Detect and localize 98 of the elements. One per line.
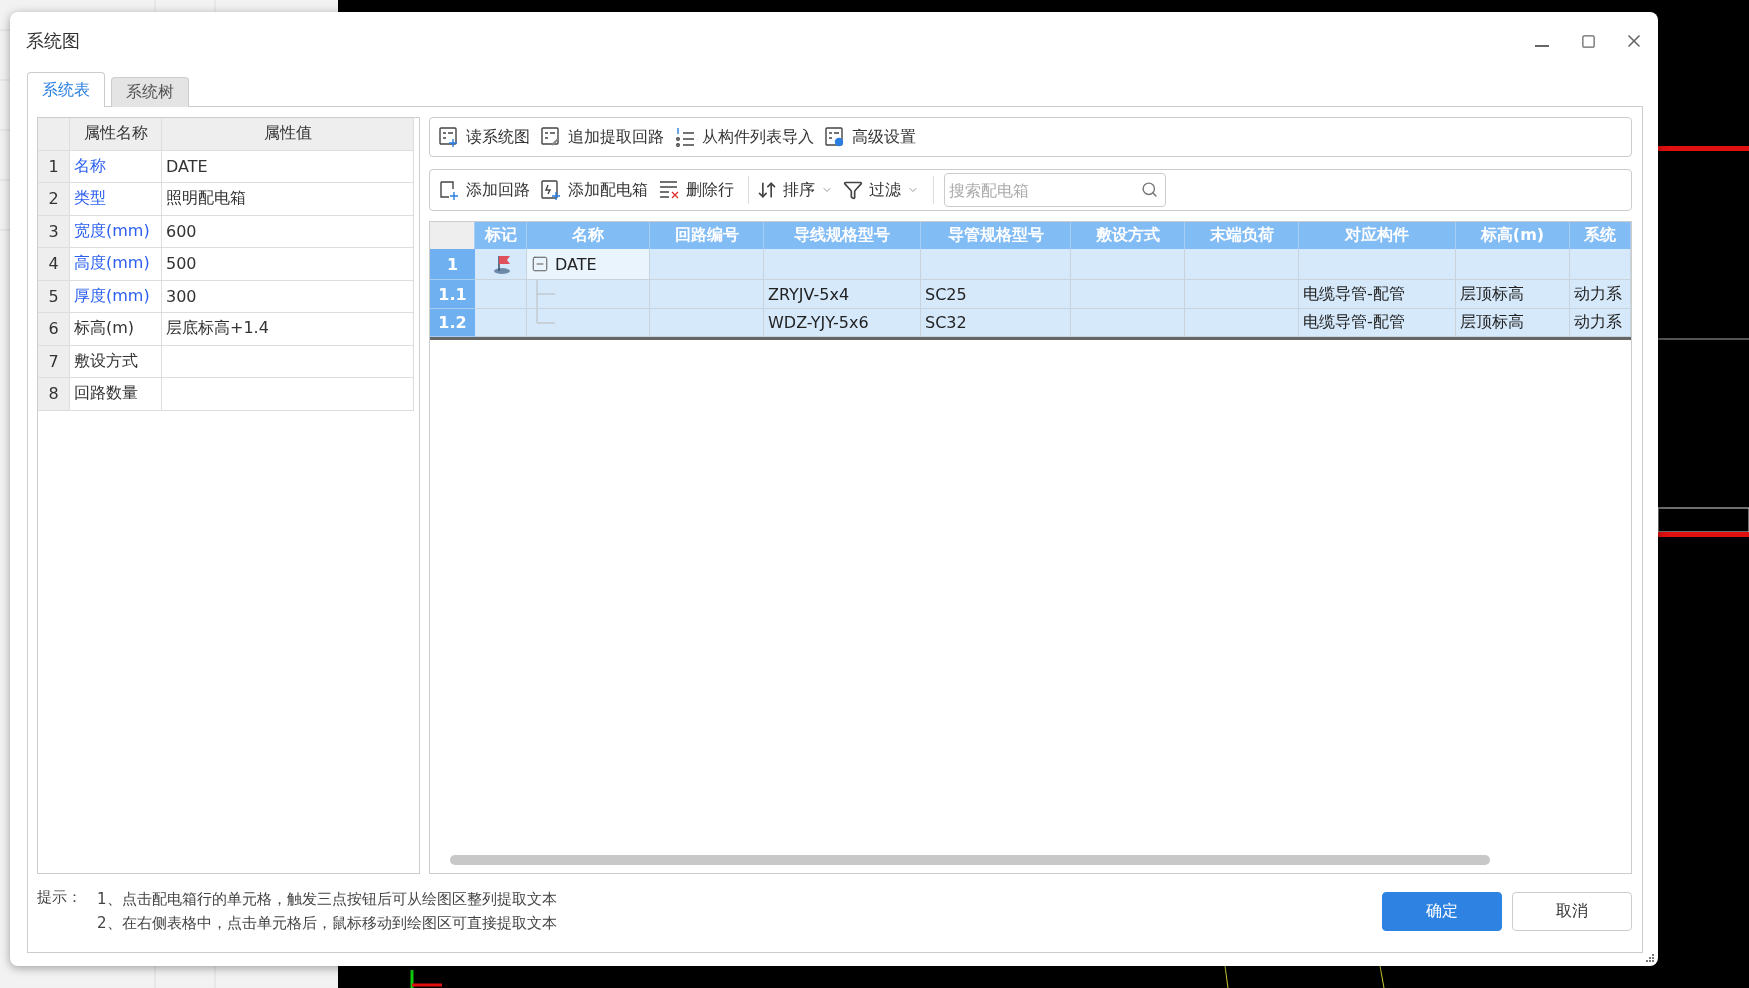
window-title: 系统图: [26, 29, 81, 53]
name-cell[interactable]: DATE: [527, 249, 650, 280]
table-cell[interactable]: [650, 249, 764, 280]
table-cell[interactable]: [1185, 308, 1299, 337]
property-name: 敷设方式: [70, 345, 162, 377]
property-name: 厚度(mm): [70, 280, 162, 312]
property-name: 标高(m): [70, 313, 162, 345]
resize-grip-icon[interactable]: [1645, 953, 1655, 963]
column-header: 属性名称: [70, 118, 162, 150]
column-header: 名称: [527, 222, 650, 249]
column-header: 标记: [475, 222, 527, 249]
property-value[interactable]: DATE: [162, 150, 414, 182]
toolbar-button[interactable]: 追加提取回路: [538, 122, 672, 152]
column-header: 回路编号: [650, 222, 764, 249]
toolbar-button[interactable]: 添加配电箱: [538, 175, 656, 205]
table-cell[interactable]: 电缆导管-配管: [1299, 280, 1456, 309]
filter-icon: [843, 180, 863, 200]
table-cell[interactable]: [764, 249, 921, 280]
table-cell[interactable]: [1299, 249, 1456, 280]
table-corner: [430, 222, 475, 249]
table-cell[interactable]: SC25: [921, 280, 1071, 309]
list-add-icon: [438, 126, 460, 148]
property-name: 高度(mm): [70, 248, 162, 280]
search-icon: [1141, 181, 1158, 198]
column-header: 属性值: [162, 118, 414, 150]
table-cell[interactable]: 层顶标高: [1456, 308, 1570, 337]
table-cell[interactable]: SC32: [921, 308, 1071, 337]
table-cell[interactable]: [1071, 308, 1185, 337]
row-number: 1: [38, 150, 70, 182]
table-cell[interactable]: [1185, 280, 1299, 309]
table-cell[interactable]: [921, 249, 1071, 280]
table-cell[interactable]: [650, 280, 764, 309]
table-cell[interactable]: [527, 280, 650, 309]
dropdown-button[interactable]: 过滤: [841, 175, 927, 205]
table-cell[interactable]: [650, 308, 764, 337]
sort-icon: [757, 180, 777, 200]
list-edit-icon: [540, 126, 562, 148]
column-header: 对应构件: [1299, 222, 1456, 249]
row-number: 4: [38, 248, 70, 280]
table-cell[interactable]: [1185, 249, 1299, 280]
table-cell[interactable]: 动力系: [1570, 308, 1631, 337]
toolbar-button[interactable]: 从构件列表导入: [672, 122, 822, 152]
flag-icon: [491, 253, 513, 275]
table-cell[interactable]: WDZ-YJY-5x6: [764, 308, 921, 337]
dropdown-button[interactable]: 排序: [755, 175, 841, 205]
table-cell[interactable]: ZRYJV-5x4: [764, 280, 921, 309]
toolbar-button[interactable]: 添加回路: [436, 175, 538, 205]
table-cell[interactable]: [1071, 249, 1185, 280]
column-header: 标高(m): [1456, 222, 1570, 249]
hint-text: 2、在右侧表格中，点击单元格后，鼠标移动到绘图区可直接提取文本: [97, 913, 558, 933]
property-value[interactable]: 300: [162, 280, 414, 312]
cancel-button[interactable]: 取消: [1512, 892, 1632, 931]
collapse-icon[interactable]: [531, 255, 549, 273]
row-number: 5: [38, 280, 70, 312]
table-cell[interactable]: [1456, 249, 1570, 280]
column-header: 敷设方式: [1071, 222, 1185, 249]
property-value[interactable]: 照明配电箱: [162, 183, 414, 215]
confirm-button[interactable]: 确定: [1382, 892, 1502, 931]
list-import-icon: [674, 126, 696, 148]
settings-icon: [824, 126, 846, 148]
property-name: 回路数量: [70, 378, 162, 410]
minimize-icon: [1535, 45, 1549, 47]
table-cell[interactable]: 动力系: [1570, 280, 1631, 309]
property-value[interactable]: 600: [162, 215, 414, 247]
table-cell: [475, 308, 527, 337]
table-cell[interactable]: [527, 308, 650, 337]
table-cell[interactable]: [1570, 249, 1631, 280]
property-name: 名称: [70, 150, 162, 182]
tab[interactable]: 系统树: [111, 77, 189, 107]
column-header: 导管规格型号: [921, 222, 1071, 249]
hint-label: 提示：: [37, 888, 83, 907]
box-name: DATE: [555, 254, 597, 274]
property-name: 类型: [70, 183, 162, 215]
row-number: 8: [38, 378, 70, 410]
column-header: 末端负荷: [1185, 222, 1299, 249]
maximize-icon: [1580, 33, 1596, 49]
table-cell[interactable]: [1071, 280, 1185, 309]
toolbar-button[interactable]: 高级设置: [822, 122, 924, 152]
add-box-icon: [540, 179, 562, 201]
tab[interactable]: 系统表: [27, 72, 105, 107]
row-number: 7: [38, 345, 70, 377]
property-value[interactable]: 层底标高+1.4: [162, 313, 414, 345]
hint-text: 1、点击配电箱行的单元格，触发三点按钮后可从绘图区整列提取文本: [97, 889, 558, 909]
horizontal-scrollbar[interactable]: [450, 855, 1490, 865]
add-circuit-icon: [438, 179, 460, 201]
table-cell[interactable]: 电缆导管-配管: [1299, 308, 1456, 337]
row-number: 2: [38, 183, 70, 215]
column-header: 系统: [1570, 222, 1631, 249]
column-header: 导线规格型号: [764, 222, 921, 249]
property-name: 宽度(mm): [70, 215, 162, 247]
row-number: 3: [38, 215, 70, 247]
property-value[interactable]: 500: [162, 248, 414, 280]
delete-row-icon: [658, 179, 680, 201]
table-cell[interactable]: 层顶标高: [1456, 280, 1570, 309]
toolbar-button[interactable]: 删除行: [656, 175, 742, 205]
search-field[interactable]: 搜索配电箱: [944, 173, 1166, 207]
row-number: 6: [38, 313, 70, 345]
toolbar-button[interactable]: 读系统图: [436, 122, 538, 152]
